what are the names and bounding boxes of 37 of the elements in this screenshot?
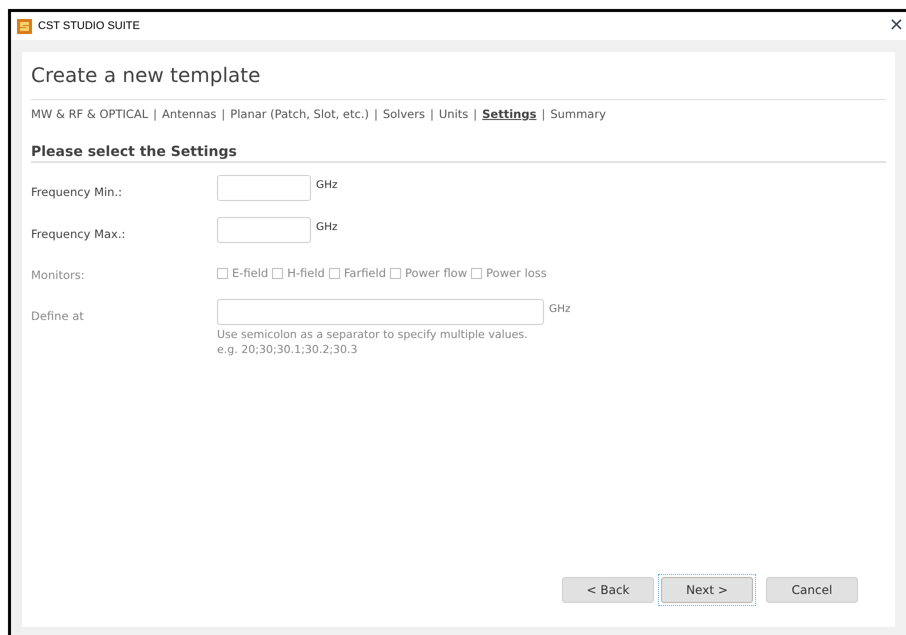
breadcrumb-link[interactable]: MW & RF & OPTICAL: [31, 106, 148, 124]
breadcrumb-link[interactable]: Antennas: [162, 106, 216, 124]
app-logo-icon: [17, 18, 32, 34]
unit-label: GHz: [316, 220, 338, 236]
checkbox-label: E-field: [232, 265, 268, 282]
breadcrumb-separator: |: [473, 106, 478, 123]
input-field[interactable]: [217, 217, 311, 244]
breadcrumb-link[interactable]: Units: [438, 106, 468, 124]
page-heading: Create a new template: [31, 62, 262, 88]
field-label: Frequency Max.:: [31, 226, 126, 244]
close-button[interactable]: ×: [886, 16, 906, 34]
checkbox-label: Farfield: [344, 265, 386, 282]
wizard-button[interactable]: Next >: [661, 577, 753, 603]
breadcrumb-link[interactable]: Summary: [550, 106, 606, 124]
breadcrumb-link[interactable]: Planar (Patch, Slot, etc.): [230, 106, 369, 124]
unit-label: GHz: [316, 178, 338, 194]
breadcrumb-separator: |: [430, 106, 434, 123]
window-title: CST STUDIO SUITE: [38, 18, 140, 34]
checkbox-label: H-field: [287, 265, 325, 282]
input-field[interactable]: [217, 175, 311, 202]
section-title: Please select the Settings: [31, 143, 238, 162]
breadcrumb-link[interactable]: Settings: [482, 106, 536, 124]
breadcrumb-link[interactable]: Solvers: [382, 106, 425, 124]
breadcrumb-separator: |: [541, 106, 546, 123]
hint-text: e.g. 20;30;30.1;30.2;30.3: [217, 342, 359, 358]
checkbox-label: Power loss: [486, 265, 547, 282]
breadcrumb-separator: |: [153, 106, 158, 123]
hint-text: Use semicolon as a separator to specify multiple values.: [217, 327, 529, 342]
breadcrumb-separator: |: [221, 106, 226, 123]
wizard-button[interactable]: Cancel: [766, 577, 858, 603]
unit-label: GHz: [549, 302, 571, 318]
breadcrumb-separator: |: [374, 106, 378, 123]
checkbox-label: Power flow: [405, 265, 468, 282]
field-label: Frequency Min.:: [31, 184, 124, 202]
wizard-button[interactable]: < Back: [562, 577, 654, 603]
field-label: Define at: [31, 308, 85, 326]
field-label: Monitors:: [31, 267, 86, 284]
